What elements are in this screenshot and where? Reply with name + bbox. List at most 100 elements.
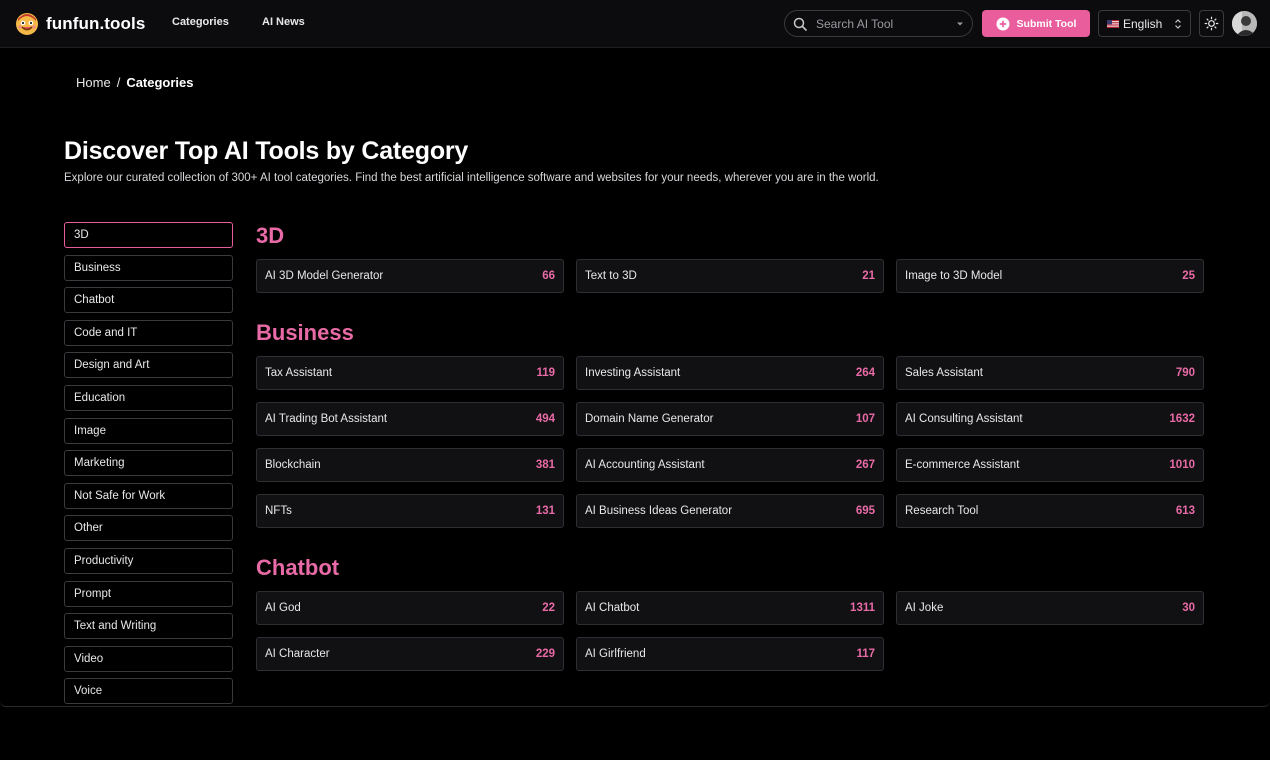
category-card[interactable]: Research Tool 613 [896, 494, 1204, 528]
card-name: AI 3D Model Generator [265, 270, 384, 282]
category-card[interactable]: AI Chatbot 1311 [576, 591, 884, 625]
breadcrumb-home[interactable]: Home [76, 75, 111, 90]
sidebar-item-productivity[interactable]: Productivity [64, 547, 233, 574]
category-card[interactable]: AI Trading Bot Assistant 494 [256, 402, 564, 436]
card-count: 117 [856, 648, 875, 660]
category-card[interactable]: AI God 22 [256, 591, 564, 625]
card-name: Research Tool [905, 505, 979, 517]
language-label: English [1123, 16, 1163, 31]
category-card[interactable]: AI 3D Model Generator 66 [256, 259, 564, 293]
category-card[interactable]: Investing Assistant 264 [576, 356, 884, 390]
sidebar-item-video[interactable]: Video [64, 645, 233, 672]
category-card[interactable]: Image to 3D Model 25 [896, 259, 1204, 293]
card-name: Text to 3D [585, 270, 637, 282]
card-grid: Tax Assistant 119 Investing Assistant 264 … [256, 356, 1204, 528]
card-count: 613 [1175, 505, 1195, 517]
section-title: Chatbot [256, 555, 340, 580]
card-name: AI Trading Bot Assistant [265, 413, 388, 425]
card-count: 381 [535, 459, 555, 471]
sidebar-item-chatbot[interactable]: Chatbot [64, 287, 233, 314]
top-navbar: funfun.tools Categories AI News Submit T… [0, 0, 1270, 48]
breadcrumb-separator: / [116, 75, 121, 90]
card-count: 267 [855, 459, 875, 471]
nav-categories[interactable]: Categories [172, 16, 229, 28]
nav-ai-news[interactable]: AI News [262, 16, 305, 28]
sidebar-item-education[interactable]: Education [64, 384, 233, 411]
brand-logo[interactable]: funfun.tools [15, 11, 145, 37]
card-count: 131 [535, 505, 555, 517]
category-card[interactable]: AI Consulting Assistant 1632 [896, 402, 1204, 436]
search-icon [793, 17, 807, 31]
sidebar-item-code-and-it[interactable]: Code and IT [64, 319, 233, 346]
sidebar-item-design-and-art[interactable]: Design and Art [64, 352, 233, 379]
category-card[interactable]: E-commerce Assistant 1010 [896, 448, 1204, 482]
category-content: 3D AI 3D Model Generator 66 Text to 3D 21 … [256, 222, 1204, 697]
card-count: 229 [535, 648, 555, 660]
sun-icon [1204, 16, 1219, 31]
category-card[interactable]: AI Joke 30 [896, 591, 1204, 625]
card-count: 66 [542, 270, 555, 282]
sidebar-item-3d[interactable]: 3D [64, 222, 233, 248]
card-name: AI Character [265, 648, 330, 660]
card-count: 790 [1175, 367, 1195, 379]
logo-icon [16, 13, 38, 35]
category-card[interactable]: Tax Assistant 119 [256, 356, 564, 390]
category-card[interactable]: AI Character 229 [256, 637, 564, 671]
language-select[interactable]: English [1098, 10, 1191, 37]
sidebar-item-image[interactable]: Image [64, 417, 233, 444]
page-frame: funfun.tools Categories AI News Submit T… [0, 0, 1270, 707]
chevron-down-icon[interactable] [956, 20, 964, 28]
theme-toggle-button[interactable] [1199, 10, 1224, 37]
card-count: 1632 [1169, 413, 1195, 425]
sidebar-item-text-and-writing[interactable]: Text and Writing [64, 613, 233, 640]
section-business: Business Tax Assistant 119 Investing Assi… [256, 319, 1204, 528]
card-name: AI Accounting Assistant [585, 459, 705, 471]
card-name: AI Joke [905, 602, 944, 614]
card-count: 30 [1182, 602, 1195, 614]
user-avatar[interactable] [1232, 11, 1257, 36]
sidebar-item-nsfw[interactable]: Not Safe for Work [64, 482, 233, 509]
category-card[interactable]: AI Business Ideas Generator 695 [576, 494, 884, 528]
category-sidebar: 3D Business Chatbot Code and IT Design a… [64, 222, 233, 706]
card-count: 22 [542, 602, 555, 614]
section-title: Business [256, 320, 354, 345]
card-name: NFTs [265, 505, 292, 517]
card-count: 21 [862, 270, 875, 282]
card-count: 494 [535, 413, 555, 425]
plus-circle-icon [996, 17, 1010, 30]
sidebar-item-other[interactable]: Other [64, 515, 233, 542]
search-input[interactable] [816, 16, 956, 31]
card-count: 107 [855, 413, 875, 425]
search-box[interactable] [784, 10, 973, 37]
page-title: Discover Top AI Tools by Category [64, 137, 469, 165]
sidebar-item-prompt[interactable]: Prompt [64, 580, 233, 607]
card-count: 695 [855, 505, 875, 517]
card-name: AI Consulting Assistant [905, 413, 1023, 425]
card-count: 264 [855, 367, 875, 379]
submit-tool-button[interactable]: Submit Tool [982, 10, 1090, 37]
category-card[interactable]: Domain Name Generator 107 [576, 402, 884, 436]
sidebar-item-voice[interactable]: Voice [64, 678, 233, 705]
card-grid: AI God 22 AI Chatbot 1311 AI Joke 30 AI Cha… [256, 591, 1204, 671]
sidebar-item-marketing[interactable]: Marketing [64, 450, 233, 477]
card-name: AI Girlfriend [585, 648, 646, 660]
category-card[interactable]: Text to 3D 21 [576, 259, 884, 293]
card-name: Image to 3D Model [905, 270, 1003, 282]
card-grid: AI 3D Model Generator 66 Text to 3D 21 Ima… [256, 259, 1204, 293]
brand-name: funfun.tools [46, 14, 146, 33]
card-count: 25 [1182, 270, 1195, 282]
card-name: AI God [265, 602, 301, 614]
chevron-up-down-icon [1175, 18, 1181, 29]
category-card[interactable]: AI Girlfriend 117 [576, 637, 884, 671]
category-card[interactable]: Sales Assistant 790 [896, 356, 1204, 390]
avatar-image [1232, 11, 1257, 36]
card-name: Investing Assistant [585, 367, 681, 379]
category-card[interactable]: NFTs 131 [256, 494, 564, 528]
category-card[interactable]: AI Accounting Assistant 267 [576, 448, 884, 482]
card-name: AI Business Ideas Generator [585, 505, 733, 517]
sidebar-item-business[interactable]: Business [64, 254, 233, 281]
card-name: Blockchain [265, 459, 321, 471]
section-3d: 3D AI 3D Model Generator 66 Text to 3D 21 … [256, 222, 1204, 293]
category-card[interactable]: Blockchain 381 [256, 448, 564, 482]
card-name: Domain Name Generator [585, 413, 714, 425]
